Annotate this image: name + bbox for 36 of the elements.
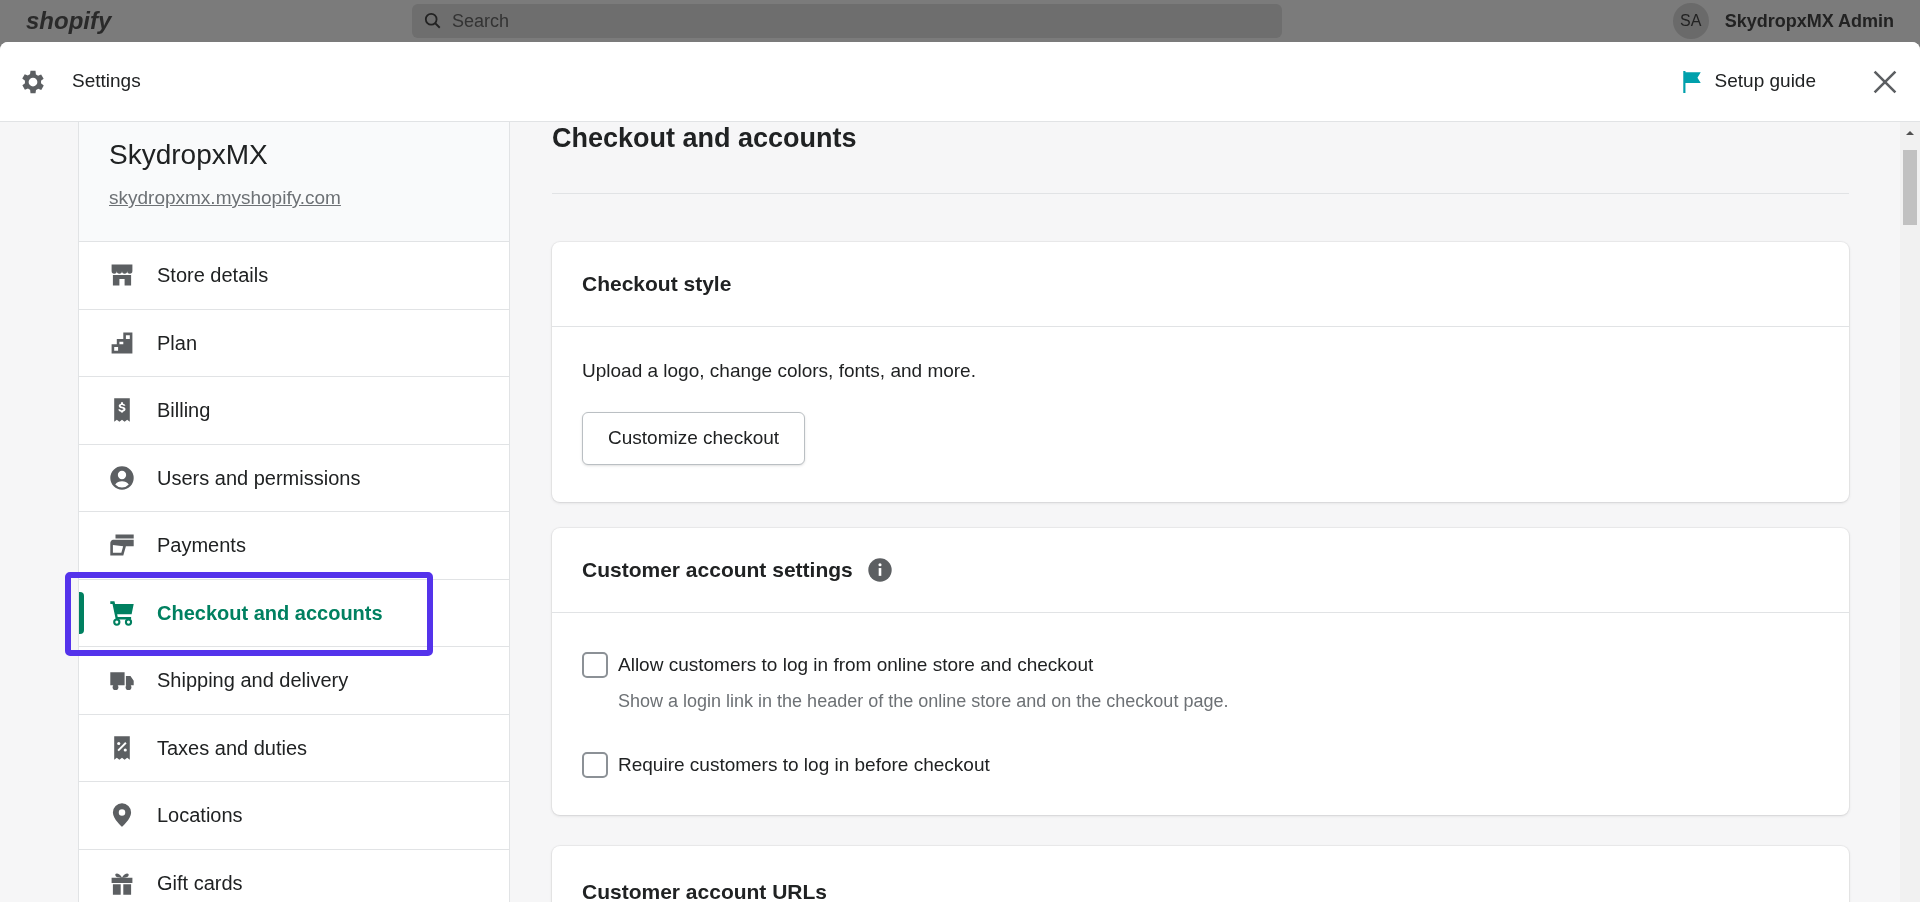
sidebar-item[interactable]: Taxes and duties: [79, 714, 509, 781]
card-title: Customer account settings: [582, 557, 853, 584]
sidebar-item[interactable]: Shipping and delivery: [79, 647, 509, 714]
scrollbar-thumb[interactable]: [1903, 150, 1917, 225]
sidebar-item[interactable]: Store details: [79, 242, 509, 309]
page-title: Checkout and accounts: [552, 122, 857, 154]
store-url-link[interactable]: skydropxmx.myshopify.com: [109, 184, 341, 213]
close-icon: [1872, 68, 1898, 95]
help-text: Show a login link in the header of the online store and on the checkout page.: [618, 689, 1229, 713]
flag-icon: [1680, 69, 1703, 94]
checkbox-label: Require customers to log in before checkout: [618, 752, 990, 777]
scrollbar[interactable]: [1900, 122, 1920, 902]
card-title: Customer account URLs: [582, 879, 829, 902]
sidebar-item[interactable]: Payments: [79, 512, 509, 579]
shopping-cart-icon: [109, 599, 135, 626]
sidebar-item[interactable]: Locations: [79, 782, 509, 849]
sidebar-item[interactable]: Plan: [79, 309, 509, 376]
search-icon: [424, 12, 442, 30]
customize-checkout-button[interactable]: Customize checkout: [582, 411, 806, 465]
sidebar-item[interactable]: Users and permissions: [79, 444, 509, 511]
card-description: Upload a logo, change colors, fonts, and more.: [582, 359, 977, 383]
search-field[interactable]: Search: [412, 4, 1282, 38]
logo-text: shopify: [26, 6, 113, 36]
sidebar-item[interactable]: Checkout and accounts: [79, 579, 509, 646]
info-icon[interactable]: [866, 557, 893, 583]
store-name: SkydropxMX: [109, 138, 269, 172]
card-title: Checkout style: [582, 271, 732, 298]
sidebar-item[interactable]: Billing: [79, 377, 509, 444]
checkbox[interactable]: [582, 751, 608, 778]
setup-guide-button[interactable]: Setup guide: [1680, 67, 1816, 96]
scroll-up-icon[interactable]: [1905, 128, 1915, 138]
account-name: SkydropxMX Admin: [1724, 9, 1894, 33]
window-title: Settings: [72, 69, 141, 94]
sidebar-item[interactable]: Gift cards: [79, 849, 509, 902]
checkbox[interactable]: [582, 652, 608, 678]
checkbox-label: Allow customers to log in from online store and checkout: [618, 653, 1095, 677]
